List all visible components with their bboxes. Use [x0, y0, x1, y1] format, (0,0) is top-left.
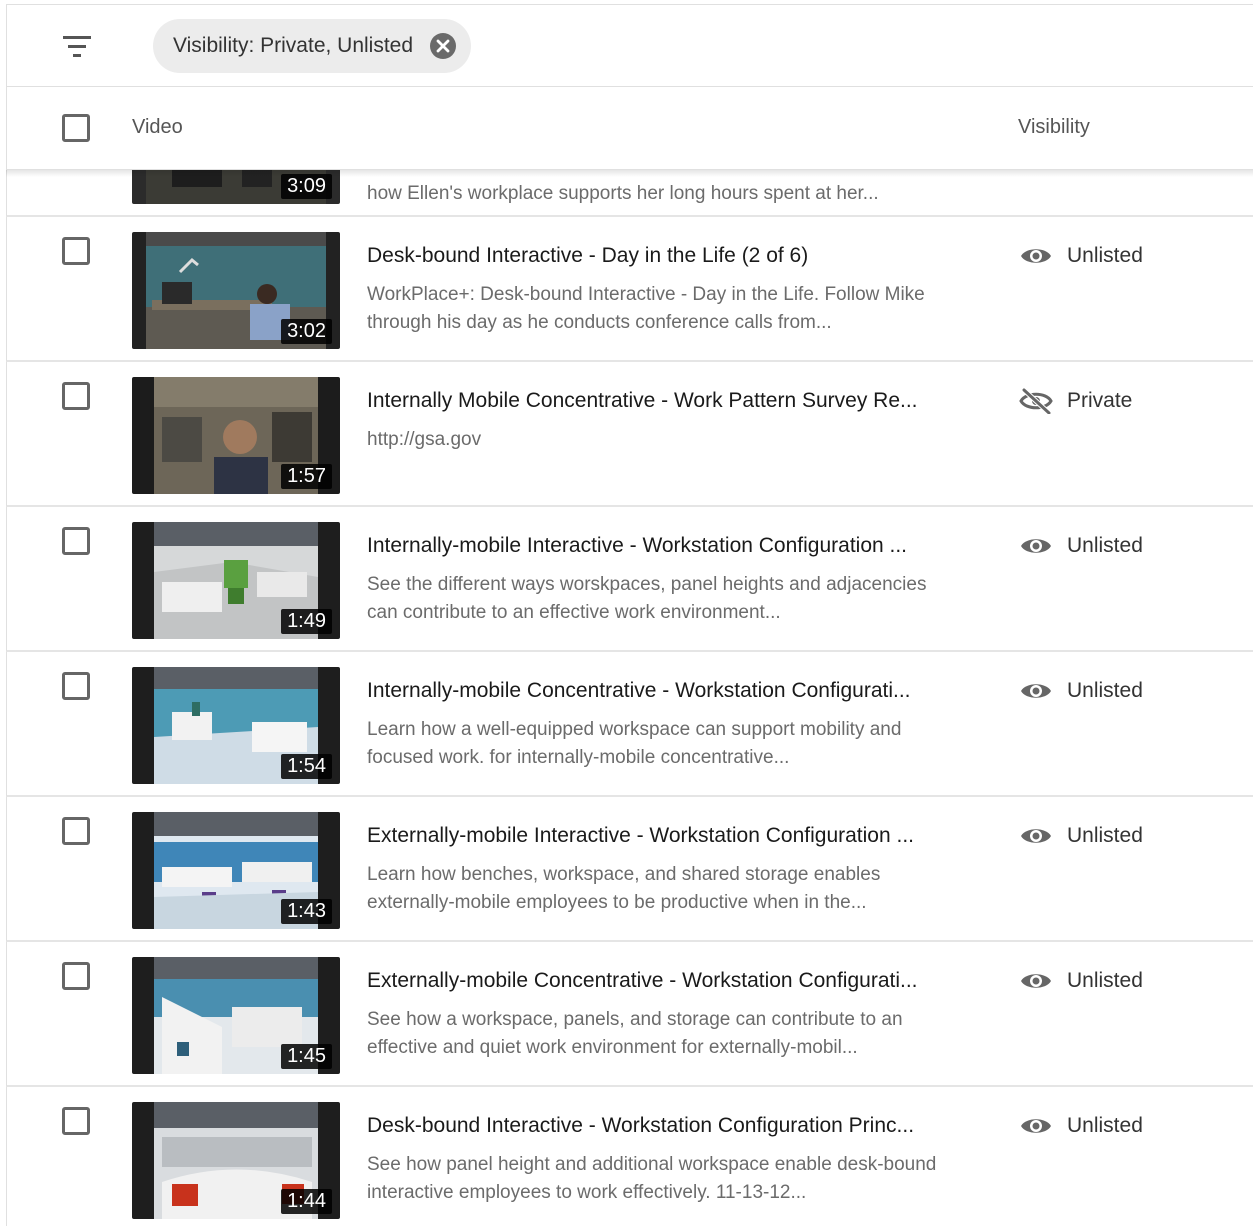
visibility-filter-chip[interactable]: Visibility: Private, Unlisted — [153, 19, 472, 73]
visibility-status[interactable]: Unlisted — [1019, 968, 1143, 994]
visibility-status[interactable]: Private — [1019, 388, 1132, 414]
video-duration: 1:57 — [281, 464, 332, 489]
video-thumbnail[interactable]: 1:54 — [132, 667, 340, 784]
filter-list-icon[interactable] — [59, 33, 95, 59]
video-title[interactable]: Internally-mobile Interactive - Workstat… — [367, 534, 952, 558]
visibility-label: Unlisted — [1067, 1114, 1143, 1137]
column-header-video: Video — [132, 116, 183, 138]
eye-icon — [1021, 539, 1051, 553]
video-thumbnail[interactable]: 1:57 — [132, 377, 340, 494]
video-title[interactable]: Externally-mobile Interactive - Workstat… — [367, 824, 952, 848]
video-thumbnail[interactable]: 1:45 — [132, 957, 340, 1074]
video-thumbnail[interactable]: 1:43 — [132, 812, 340, 929]
video-description: how Ellen's workplace supports her long … — [367, 183, 879, 204]
close-circle-icon[interactable] — [429, 32, 457, 60]
eye-icon — [1021, 974, 1051, 988]
visibility-status[interactable]: Unlisted — [1019, 823, 1143, 849]
video-list: 3:09 how Ellen's workplace supports her … — [6, 170, 1253, 1226]
video-duration: 1:49 — [281, 609, 332, 634]
video-duration: 1:45 — [281, 1044, 332, 1069]
video-description: Learn how benches, workspace, and shared… — [367, 864, 881, 913]
row-checkbox[interactable] — [62, 962, 90, 990]
filter-chip-label: Visibility: Private, Unlisted — [173, 34, 414, 57]
row-checkbox[interactable] — [62, 1107, 90, 1135]
eye-off-icon — [1019, 388, 1053, 414]
visibility-status[interactable]: Unlisted — [1019, 1113, 1143, 1139]
video-list-app: Visibility: Private, Unlisted Video Visi… — [0, 0, 1253, 1226]
video-title[interactable]: Internally-mobile Concentrative - Workst… — [367, 679, 952, 703]
video-duration: 1:44 — [281, 1189, 332, 1214]
visibility-status[interactable]: Unlisted — [1019, 533, 1143, 559]
video-description: Learn how a well-equipped workspace can … — [367, 719, 902, 768]
video-title[interactable]: Desk-bound Interactive - Workstation Con… — [367, 1114, 952, 1138]
visibility-status[interactable]: Unlisted — [1019, 243, 1143, 269]
row-checkbox[interactable] — [62, 817, 90, 845]
video-title[interactable]: Internally Mobile Concentrative - Work P… — [367, 389, 952, 413]
video-thumbnail[interactable]: 3:02 — [132, 232, 340, 349]
visibility-status[interactable]: Unlisted — [1019, 678, 1143, 704]
video-title[interactable]: Externally-mobile Concentrative - Workst… — [367, 969, 952, 993]
video-description: See how a workspace, panels, and storage… — [367, 1009, 903, 1058]
header-shadow — [6, 170, 1253, 177]
row-checkbox[interactable] — [62, 382, 90, 410]
table-row: 1:49 Internally-mobile Interactive - Wor… — [6, 507, 1253, 652]
video-title[interactable]: Desk-bound Interactive - Day in the Life… — [367, 244, 952, 268]
row-checkbox[interactable] — [62, 672, 90, 700]
row-checkbox[interactable] — [62, 527, 90, 555]
select-all-checkbox[interactable] — [62, 114, 90, 142]
eye-icon — [1021, 684, 1051, 698]
video-duration: 3:09 — [281, 174, 332, 199]
video-description: See how panel height and additional work… — [367, 1154, 937, 1203]
visibility-label: Unlisted — [1067, 534, 1143, 557]
video-duration: 3:02 — [281, 319, 332, 344]
filter-bar: Visibility: Private, Unlisted — [6, 4, 1253, 87]
visibility-label: Unlisted — [1067, 244, 1143, 267]
video-duration: 1:54 — [281, 754, 332, 779]
table-row: 1:54 Internally-mobile Concentrative - W… — [6, 652, 1253, 797]
table-header: Video Visibility — [6, 87, 1253, 170]
column-header-visibility: Visibility — [1018, 116, 1090, 138]
video-description: WorkPlace+: Desk-bound Interactive - Day… — [367, 284, 925, 333]
video-description: See the different ways worskpaces, panel… — [367, 574, 927, 623]
visibility-label: Unlisted — [1067, 969, 1143, 992]
table-row: 3:09 how Ellen's workplace supports her … — [6, 170, 1253, 217]
eye-icon — [1021, 249, 1051, 263]
video-thumbnail[interactable]: 1:49 — [132, 522, 340, 639]
video-description: http://gsa.gov — [367, 429, 482, 450]
eye-icon — [1021, 829, 1051, 843]
table-row: 3:02 Desk-bound Interactive - Day in the… — [6, 217, 1253, 362]
row-checkbox[interactable] — [62, 237, 90, 265]
visibility-label: Unlisted — [1067, 679, 1143, 702]
eye-icon — [1021, 1119, 1051, 1133]
video-duration: 1:43 — [281, 899, 332, 924]
table-row: 1:57 Internally Mobile Concentrative - W… — [6, 362, 1253, 507]
video-thumbnail[interactable]: 1:44 — [132, 1102, 340, 1219]
visibility-label: Unlisted — [1067, 824, 1143, 847]
table-row: 1:45 Externally-mobile Concentrative - W… — [6, 942, 1253, 1087]
visibility-label: Private — [1067, 389, 1133, 412]
table-row: 1:43 Externally-mobile Interactive - Wor… — [6, 797, 1253, 942]
table-row: 1:44 Desk-bound Interactive - Workstatio… — [6, 1087, 1253, 1226]
